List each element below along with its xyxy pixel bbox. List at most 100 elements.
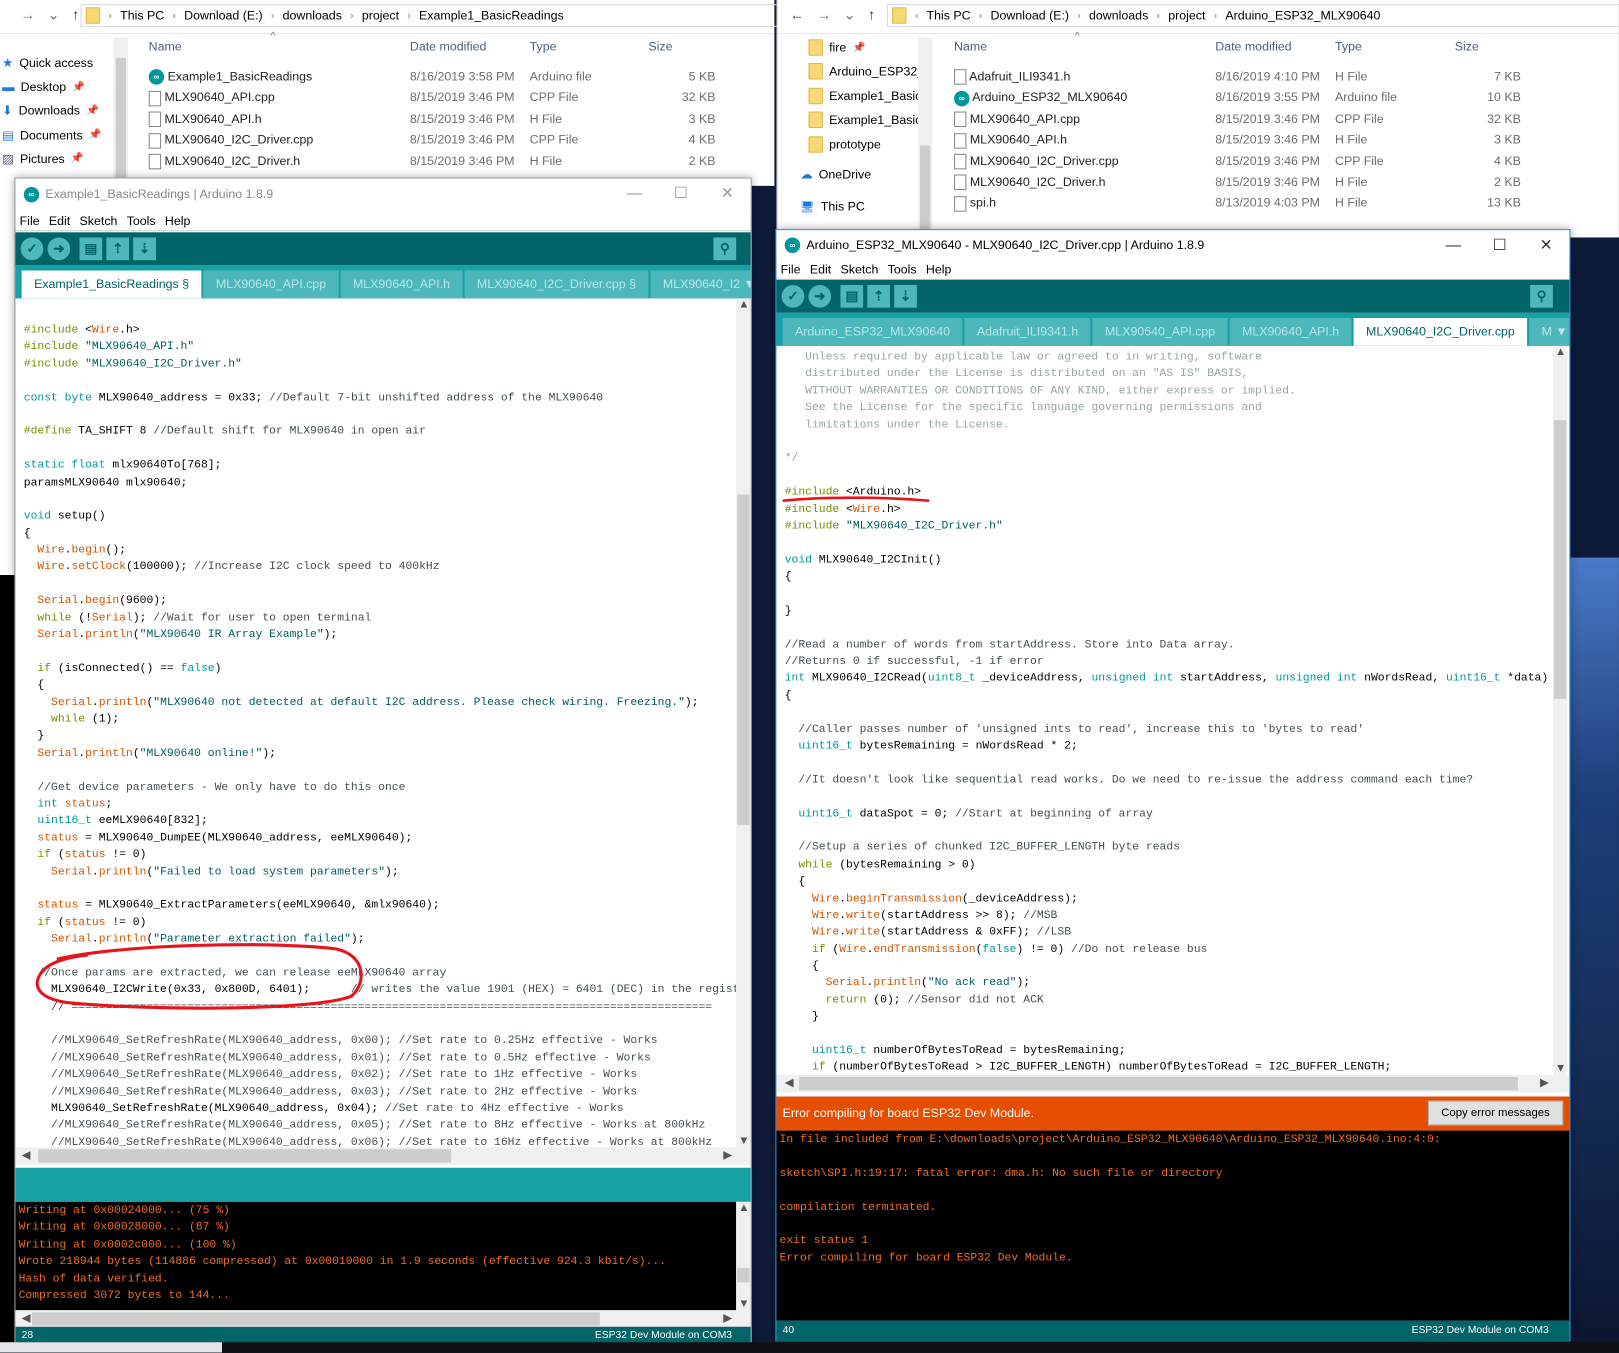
nav-item-fire[interactable]: fire 📌	[808, 39, 865, 56]
breadcrumb-this-pc[interactable]: This PC	[120, 8, 164, 22]
menu-tools[interactable]: Tools	[127, 213, 156, 227]
forward-icon[interactable]: →	[21, 6, 35, 24]
file-row[interactable]: MLX90640_I2C_Driver.cpp	[148, 132, 313, 149]
tab-arduino-esp32-mlx90640[interactable]: Arduino_ESP32_MLX90640	[782, 318, 963, 346]
minimize-button[interactable]: —	[611, 179, 657, 210]
file-row[interactable]: MLX90640_API.cpp	[954, 111, 1080, 128]
menu-sketch[interactable]: Sketch	[840, 262, 878, 276]
open-button[interactable]: ⇡	[867, 284, 891, 308]
file-row[interactable]: Adafruit_ILI9341.h	[954, 69, 1070, 86]
upload-button[interactable]: ➜	[47, 237, 71, 261]
nav-item-this-pc[interactable]: 🖥 This PC	[800, 199, 865, 213]
nav-item-onedrive[interactable]: ☁ OneDrive	[800, 167, 871, 181]
menu-edit[interactable]: Edit	[49, 213, 70, 227]
menu-help[interactable]: Help	[926, 262, 951, 276]
tab-m-i064[interactable]: M ▼ I064	[1529, 318, 1570, 346]
open-button[interactable]: ⇡	[106, 237, 130, 261]
breadcrumb-downloads[interactable]: downloads	[1089, 8, 1148, 22]
breadcrumb-downloads[interactable]: downloads	[283, 8, 342, 22]
nav-item-prototype[interactable]: prototype	[808, 135, 881, 153]
menu-file[interactable]: File	[20, 213, 40, 227]
column-header-date-modified[interactable]: Date modified	[410, 39, 486, 53]
column-header-name[interactable]: Name	[149, 39, 182, 53]
menu-edit[interactable]: Edit	[810, 262, 831, 276]
tab-mlx90640-i2c-driver-cpp[interactable]: MLX90640_I2C_Driver.cpp	[1353, 318, 1528, 346]
menu-tools[interactable]: Tools	[888, 262, 917, 276]
nav-item-downloads[interactable]: ⬇ Downloads 📌	[2, 104, 99, 118]
tab-example1-basicreadings[interactable]: Example1_BasicReadings §	[21, 270, 202, 299]
nav-item-arduino-esp32-i[interactable]: Arduino_ESP32_I	[808, 63, 928, 80]
verify-button[interactable]: ✓	[20, 237, 44, 261]
breadcrumb-example1-basicreadings[interactable]: Example1_BasicReadings	[419, 8, 564, 22]
nav-item-pictures[interactable]: ▨ Pictures 📌	[2, 152, 84, 166]
code-editor[interactable]: #include <Wire.h> #include "MLX90640_API.…	[15, 313, 737, 1149]
column-header-type[interactable]: Type	[1335, 39, 1362, 53]
tab-mlx90640-api-h[interactable]: MLX90640_API.h	[1229, 318, 1352, 346]
minimize-button[interactable]: —	[1430, 230, 1476, 259]
tab-mlx90640-api-cpp[interactable]: MLX90640_API.cpp	[1092, 318, 1228, 346]
code-editor[interactable]: Unless required by applicable law or agr…	[776, 348, 1553, 1075]
column-header-date-modified[interactable]: Date modified	[1215, 39, 1291, 53]
nav-item-example1-basicf[interactable]: Example1_BasicF	[808, 111, 929, 129]
editor-vertical-scrollbar[interactable]: ▲ ▼	[736, 298, 751, 1148]
upload-button[interactable]: ➜	[808, 284, 832, 308]
tab-mlx90640-api-cpp[interactable]: MLX90640_API.cpp	[203, 270, 339, 299]
breadcrumb-project[interactable]: project	[362, 8, 399, 22]
file-row[interactable]: MLX90640_API.h	[954, 132, 1067, 149]
tab-mlx90640-i2c-driver-cpp[interactable]: MLX90640_I2C_Driver.cpp §	[464, 270, 649, 299]
breadcrumb-project[interactable]: project	[1168, 8, 1205, 22]
file-row[interactable]: MLX90640_I2C_Driver.cpp	[954, 153, 1119, 170]
nav-item-documents[interactable]: ▤ Documents 📌	[2, 128, 102, 142]
menu-sketch[interactable]: Sketch	[80, 213, 118, 227]
back-icon[interactable]: ←	[790, 6, 804, 24]
save-button[interactable]: ⇣	[894, 284, 917, 308]
file-row[interactable]: MLX90640_I2C_Driver.h	[954, 174, 1106, 191]
column-header-size[interactable]: Size	[1455, 39, 1479, 53]
console-horizontal-scrollbar[interactable]: ◀ ▶	[15, 1310, 751, 1328]
new-sketch-button[interactable]: ▤	[840, 284, 864, 308]
close-button[interactable]: ✕	[1523, 230, 1569, 259]
column-header-size[interactable]: Size	[648, 39, 672, 53]
breadcrumb-download-e[interactable]: Download (E:)	[991, 8, 1070, 22]
nav-item-quick-access[interactable]: ★ Quick access	[2, 56, 93, 70]
verify-button[interactable]: ✓	[781, 284, 805, 308]
editor-horizontal-scrollbar[interactable]: ◀ ▶	[15, 1147, 751, 1165]
tab-mlx90640-api-h[interactable]: MLX90640_API.h	[340, 270, 463, 299]
editor-horizontal-scrollbar[interactable]: ◀ ▶	[776, 1074, 1570, 1093]
tab-mlx90640-i2-drive[interactable]: MLX90640_I2 ▼ Drive	[650, 270, 751, 299]
new-sketch-button[interactable]: ▤	[79, 237, 103, 261]
nav-scrollbar[interactable]	[113, 37, 129, 182]
column-header-name[interactable]: Name	[954, 39, 987, 53]
serial-monitor-button[interactable]: ⚲	[713, 237, 737, 261]
address-bar[interactable]: › This PC › Download (E:) › downloads › project…	[80, 4, 783, 27]
chevron-down-icon[interactable]: ⌄	[47, 6, 59, 24]
save-button[interactable]: ⇣	[133, 237, 156, 261]
file-row[interactable]: MLX90640_API.cpp	[148, 90, 275, 107]
file-row[interactable]: MLX90640_API.h	[148, 111, 262, 128]
nav-item-example1-basicf[interactable]: Example1_BasicF	[808, 87, 929, 105]
breadcrumb-arduino-esp32-mlx90640[interactable]: Arduino_ESP32_MLX90640	[1225, 8, 1380, 22]
editor-vertical-scrollbar[interactable]: ▲ ▼	[1552, 345, 1568, 1075]
maximize-button[interactable]: ☐	[658, 179, 704, 210]
chevron-down-icon[interactable]: ⌄	[844, 6, 856, 24]
nav-scrollbar[interactable]	[917, 37, 933, 234]
breadcrumb-this-pc[interactable]: This PC	[927, 8, 971, 22]
file-row[interactable]: ∞ Arduino_ESP32_MLX90640	[954, 90, 1127, 107]
menu-file[interactable]: File	[781, 262, 801, 276]
close-button[interactable]: ✕	[704, 179, 750, 210]
up-icon[interactable]: ↑	[72, 6, 79, 24]
forward-icon[interactable]: →	[817, 6, 831, 24]
file-row[interactable]: MLX90640_I2C_Driver.h	[148, 153, 300, 170]
nav-item-desktop[interactable]: ▬ Desktop 📌	[2, 80, 85, 94]
address-bar[interactable]: › This PC › Download (E:) › downloads › project…	[886, 4, 1619, 27]
menu-help[interactable]: Help	[165, 213, 190, 227]
tab-adafruit-ili9341-h[interactable]: Adafruit_ILI9341.h	[964, 318, 1091, 346]
maximize-button[interactable]: ☐	[1476, 230, 1522, 259]
copy-error-messages-button[interactable]: Copy error messages	[1427, 1100, 1564, 1126]
file-row[interactable]: spi.h	[954, 196, 996, 212]
console-vertical-scrollbar[interactable]: ▲ ▼	[736, 1201, 751, 1311]
file-row[interactable]: ∞ Example1_BasicReadings	[148, 69, 312, 86]
up-icon[interactable]: ↑	[868, 6, 875, 24]
column-header-type[interactable]: Type	[530, 39, 557, 53]
breadcrumb-download-e[interactable]: Download (E:)	[184, 8, 263, 22]
